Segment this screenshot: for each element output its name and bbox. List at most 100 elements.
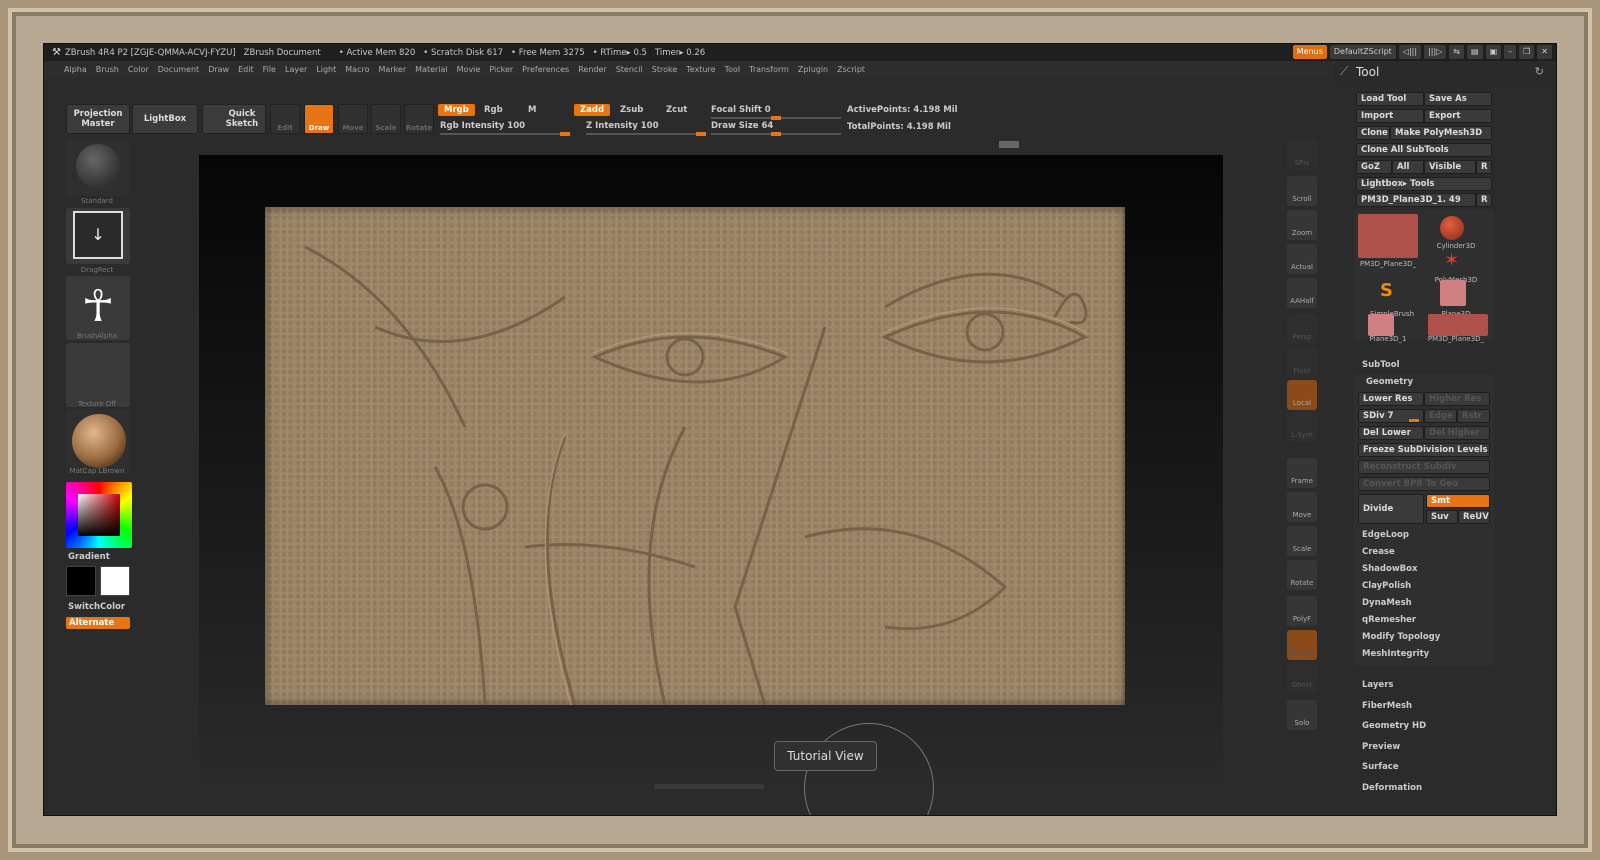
menu-alpha[interactable]: Alpha	[64, 65, 87, 74]
mrgb-button[interactable]: Mrgb	[438, 104, 475, 116]
dock-actual-button[interactable]: Actual	[1287, 244, 1317, 274]
sculpted-relief-plane[interactable]	[265, 207, 1125, 705]
simplebrush-icon[interactable]: S	[1380, 280, 1398, 301]
cylinder-icon[interactable]	[1440, 216, 1464, 240]
focal-shift[interactable]: Focal Shift 0	[711, 105, 771, 115]
section-geometry-hd[interactable]: Geometry HD	[1362, 721, 1426, 731]
minimize-icon[interactable]: –	[1504, 45, 1517, 59]
main-color-swatch[interactable]	[66, 566, 96, 596]
menu-stroke[interactable]: Stroke	[652, 65, 678, 74]
smt-toggle[interactable]: Smt	[1426, 494, 1490, 508]
reconstruct-subdiv-button[interactable]: Reconstruct Subdiv	[1358, 460, 1490, 474]
dock-polyf-button[interactable]: PolyF	[1287, 596, 1317, 626]
menu-marker[interactable]: Marker	[378, 65, 406, 74]
move-mode-button[interactable]: Move	[338, 104, 368, 134]
goz-all-button[interactable]: All	[1392, 160, 1424, 174]
geometry-edgeloop-button[interactable]: EdgeLoop	[1362, 530, 1409, 540]
rgb-intensity[interactable]: Rgb Intensity 100	[440, 121, 525, 131]
layout-save-icon[interactable]: ▤	[1467, 45, 1483, 59]
section-preview[interactable]: Preview	[1362, 742, 1400, 752]
focal-shift-slider[interactable]	[711, 116, 841, 120]
rgb-button[interactable]: Rgb	[478, 104, 509, 116]
edit-button[interactable]: Edit	[270, 104, 300, 134]
lock-icon[interactable]: ▣	[1485, 45, 1502, 59]
alpha-thumbnail[interactable]: ☥	[66, 276, 130, 340]
lightbox-tools-button[interactable]: Lightbox▸ Tools	[1356, 177, 1492, 191]
plane3d-1-icon[interactable]	[1368, 314, 1394, 336]
window-swap-icon[interactable]: ⇆	[1449, 45, 1464, 59]
load-tool-button[interactable]: Load Tool	[1356, 92, 1424, 106]
menu-tool[interactable]: Tool	[725, 65, 741, 74]
import-button[interactable]: Import	[1356, 109, 1424, 123]
geometry-qremesher-button[interactable]: qRemesher	[1362, 615, 1416, 625]
draw-size-slider[interactable]	[711, 132, 841, 136]
projection-master-button[interactable]: Projection Master	[66, 104, 130, 134]
menu-stencil[interactable]: Stencil	[616, 65, 643, 74]
lower-res-button[interactable]: Lower Res	[1358, 392, 1424, 406]
menu-macro[interactable]: Macro	[345, 65, 369, 74]
rotate-mode-button[interactable]: Rotate	[404, 104, 434, 134]
lightbox-button[interactable]: LightBox	[132, 104, 198, 134]
section-surface[interactable]: Surface	[1362, 762, 1399, 772]
export-button[interactable]: Export	[1424, 109, 1492, 123]
section-fibermesh[interactable]: FiberMesh	[1362, 701, 1412, 711]
clone-button[interactable]: Clone	[1356, 126, 1390, 140]
goz-r-button[interactable]: R	[1476, 160, 1492, 174]
dock-zoom-button[interactable]: Zoom	[1287, 210, 1317, 240]
zcut-button[interactable]: Zcut	[660, 104, 693, 116]
menu-movie[interactable]: Movie	[457, 65, 481, 74]
pm3d-plane-icon[interactable]	[1428, 314, 1488, 336]
sdiv-knob[interactable]	[1409, 419, 1419, 422]
current-tool-slider[interactable]: PM3D_Plane3D_1. 49	[1356, 193, 1476, 207]
del-lower-button[interactable]: Del Lower	[1358, 426, 1424, 440]
layout-icon[interactable]: ◁|||	[1398, 45, 1422, 59]
menu-light[interactable]: Light	[316, 65, 336, 74]
menu-zplugin[interactable]: Zplugin	[798, 65, 828, 74]
menu-brush[interactable]: Brush	[96, 65, 119, 74]
geometry-meshintegrity-button[interactable]: MeshIntegrity	[1362, 649, 1429, 659]
stroke-thumbnail[interactable]: ↓	[66, 208, 130, 264]
gradient-label[interactable]: Gradient	[68, 552, 110, 562]
script-button[interactable]: DefaultZScript	[1329, 45, 1396, 59]
m-button[interactable]: M	[522, 104, 542, 116]
section-deformation[interactable]: Deformation	[1362, 783, 1422, 793]
rstr-button[interactable]: Rstr	[1457, 409, 1490, 423]
color-picker[interactable]	[66, 482, 132, 548]
geometry-crease-button[interactable]: Crease	[1362, 547, 1395, 557]
dock-move-button[interactable]: Move	[1287, 492, 1317, 522]
material-thumbnail[interactable]	[66, 410, 130, 474]
dock-aahalf-button[interactable]: AAHalf	[1287, 278, 1317, 308]
menu-material[interactable]: Material	[415, 65, 448, 74]
dock-transp-button[interactable]: Transp	[1287, 630, 1317, 660]
clone-all-subtools-button[interactable]: Clone All SubTools	[1356, 143, 1492, 157]
current-tool-r-button[interactable]: R	[1476, 193, 1492, 207]
menu-file[interactable]: File	[263, 65, 276, 74]
dock-ghost-button[interactable]: Ghost	[1287, 662, 1317, 692]
alternate-button[interactable]: Alternate	[66, 617, 130, 629]
refresh-icon[interactable]: ↻	[1535, 65, 1544, 78]
dock-persp-button[interactable]: Persp	[1287, 314, 1317, 344]
z-intensity-slider[interactable]	[586, 132, 706, 136]
menu-draw[interactable]: Draw	[208, 65, 229, 74]
menus-button[interactable]: Menus	[1292, 45, 1327, 59]
draw-size-knob[interactable]	[771, 132, 781, 136]
layout-2-icon[interactable]: |||▷	[1424, 45, 1447, 59]
scale-mode-button[interactable]: Scale	[371, 104, 401, 134]
dock-frame-button[interactable]: Frame	[1287, 458, 1317, 488]
menu-transform[interactable]: Transform	[749, 65, 789, 74]
z-intensity-knob[interactable]	[696, 132, 706, 136]
dock-solo-button[interactable]: Solo	[1287, 700, 1317, 730]
menu-render[interactable]: Render	[578, 65, 606, 74]
draw-button[interactable]: Draw	[304, 104, 334, 134]
sdiv-slider[interactable]: SDiv 7	[1358, 409, 1424, 423]
divide-button[interactable]: Divide	[1358, 494, 1424, 524]
maximize-icon[interactable]: ❐	[1519, 45, 1535, 59]
polymesh-star-icon[interactable]: ✶	[1444, 252, 1462, 270]
color-picker-square[interactable]	[78, 494, 120, 536]
edge-button[interactable]: Edge	[1424, 409, 1457, 423]
zadd-button[interactable]: Zadd	[574, 104, 611, 116]
bottom-tray-handle[interactable]	[654, 784, 764, 789]
plane3d-icon[interactable]	[1440, 280, 1466, 306]
dock-rotate-button[interactable]: Rotate	[1287, 560, 1317, 590]
dock-floor-button[interactable]: Floor	[1287, 348, 1317, 378]
